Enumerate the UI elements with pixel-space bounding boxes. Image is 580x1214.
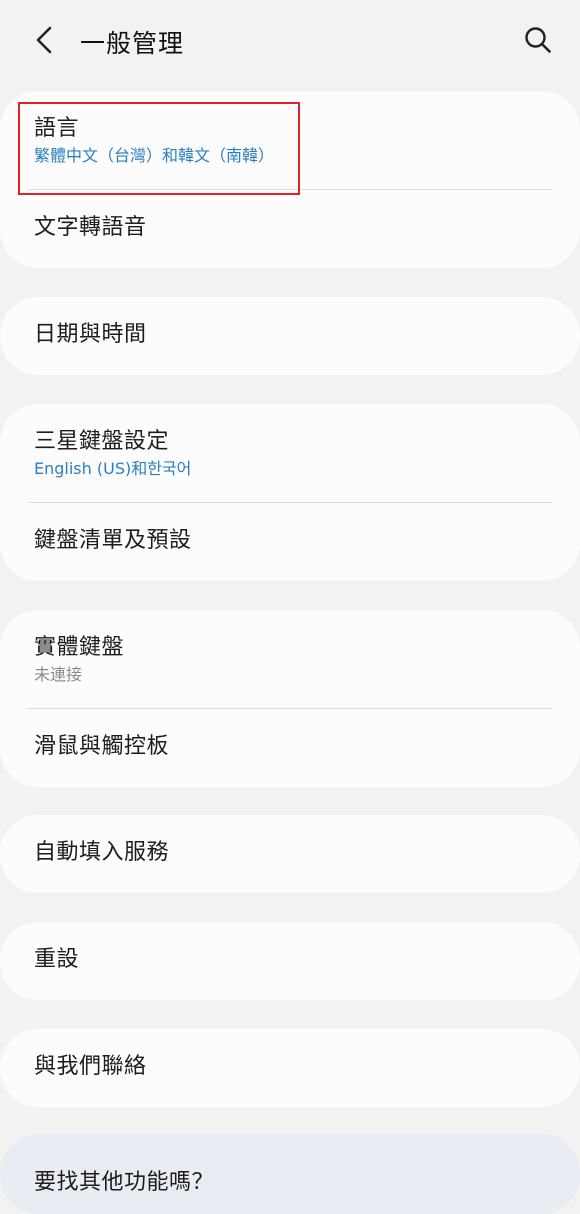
highlight-box xyxy=(18,102,300,195)
suggestion-title: 要找其他功能嗎？ xyxy=(34,1170,215,1195)
physical-input-card: 實體鍵盤 未連接 滑鼠與觸控板 xyxy=(0,610,580,787)
physical-keyboard-item[interactable]: 實體鍵盤 未連接 xyxy=(0,610,580,708)
date-time-title: 日期與時間 xyxy=(34,322,147,347)
keyboard-list-item[interactable]: 鍵盤清單及預設 xyxy=(0,503,580,581)
keyboard-list-title: 鍵盤清單及預設 xyxy=(34,528,192,553)
reset-title: 重設 xyxy=(34,947,80,972)
search-button[interactable] xyxy=(520,22,556,58)
contact-card: 與我們聯絡 xyxy=(0,1029,580,1107)
samsung-keyboard-title: 三星鍵盤設定 xyxy=(34,429,170,454)
chevron-left-icon xyxy=(36,26,52,54)
autofill-card: 自動填入服務 xyxy=(0,815,580,893)
date-time-item[interactable]: 日期與時間 xyxy=(0,297,580,375)
autofill-title: 自動填入服務 xyxy=(34,840,170,865)
reset-card: 重設 xyxy=(0,922,580,1000)
back-button[interactable] xyxy=(26,22,62,58)
autofill-item[interactable]: 自動填入服務 xyxy=(0,815,580,893)
keyboard-card: 三星鍵盤設定 English (US)和한국어 鍵盤清單及預設 xyxy=(0,404,580,581)
physical-keyboard-title: 實體鍵盤 xyxy=(34,635,125,660)
date-time-card: 日期與時間 xyxy=(0,297,580,375)
suggestion-card[interactable]: 要找其他功能嗎？ xyxy=(0,1134,580,1214)
physical-keyboard-subtitle: 未連接 xyxy=(34,665,83,684)
reset-item[interactable]: 重設 xyxy=(0,922,580,1000)
contact-item[interactable]: 與我們聯絡 xyxy=(0,1029,580,1107)
page-title: 一般管理 xyxy=(80,29,185,58)
tts-title: 文字轉語音 xyxy=(34,215,147,240)
tts-item[interactable]: 文字轉語音 xyxy=(0,190,580,268)
mouse-touchpad-title: 滑鼠與觸控板 xyxy=(34,734,170,759)
samsung-keyboard-item[interactable]: 三星鍵盤設定 English (US)和한국어 xyxy=(0,404,580,502)
samsung-keyboard-subtitle: English (US)和한국어 xyxy=(34,459,192,478)
mouse-touchpad-item[interactable]: 滑鼠與觸控板 xyxy=(0,709,580,787)
app-bar: 一般管理 xyxy=(0,0,580,82)
search-icon xyxy=(525,27,551,53)
contact-title: 與我們聯絡 xyxy=(34,1054,147,1079)
